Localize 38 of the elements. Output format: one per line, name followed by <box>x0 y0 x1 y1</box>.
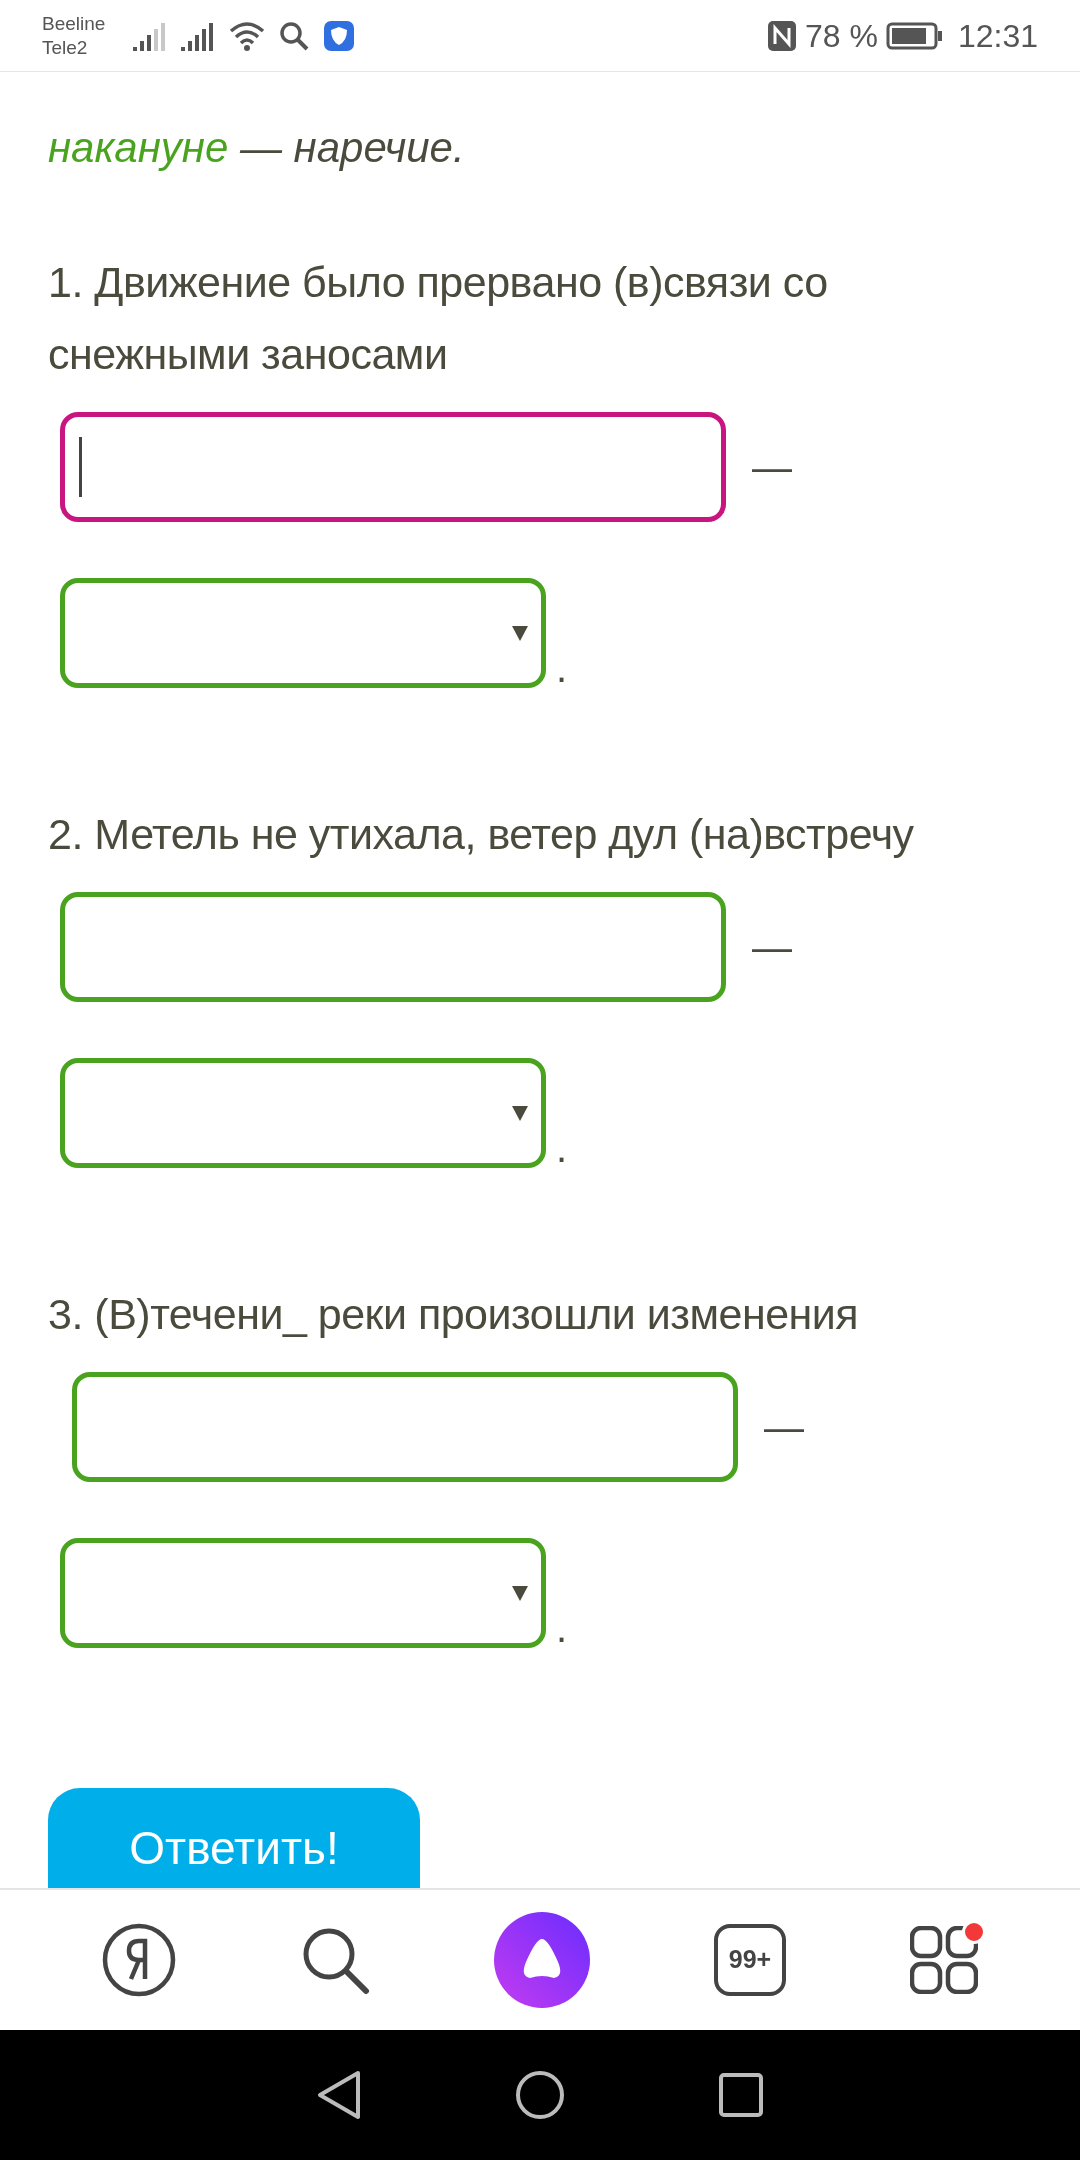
answer-field[interactable] <box>60 412 726 522</box>
nfc-icon <box>767 19 797 52</box>
back-icon[interactable] <box>316 2070 363 2120</box>
caret-icon <box>511 1104 529 1122</box>
tabs-counter[interactable]: 99+ <box>714 1924 786 1996</box>
carrier-name: Tele2 <box>42 35 89 60</box>
apps-grid-icon[interactable] <box>910 1926 978 1994</box>
assistant-icon[interactable] <box>494 1912 590 2008</box>
dropdown-select[interactable] <box>60 578 546 688</box>
period: . <box>556 1608 568 1648</box>
signal-icon <box>133 20 168 51</box>
answer-field[interactable] <box>72 1372 738 1482</box>
caret-icon <box>511 624 529 642</box>
signal-icon <box>181 20 216 51</box>
wifi-icon <box>229 20 266 51</box>
question-text: 1. Движение было прервано (в)связи со снежными заносами <box>48 257 829 380</box>
battery-icon <box>885 21 942 50</box>
dropdown-select[interactable] <box>60 1058 546 1168</box>
question-text: 2. Метель не утихала, ветер дул (на)встречу <box>48 809 915 860</box>
caret-icon <box>511 1584 529 1602</box>
example-answer: накануне — наречие. <box>48 123 466 173</box>
carrier-name: Beeline <box>42 11 106 36</box>
search-icon <box>279 20 310 51</box>
dash: — <box>752 924 792 971</box>
shield-icon <box>323 19 356 52</box>
question-text: 3. (В)течени_ реки произошли изменения <box>48 1289 860 1340</box>
clock-time: 12:31 <box>957 16 1038 56</box>
period: . <box>556 1128 568 1168</box>
home-icon[interactable] <box>515 2070 565 2120</box>
dropdown-select[interactable] <box>60 1538 546 1648</box>
dash: — <box>764 1404 804 1451</box>
period: . <box>556 648 568 688</box>
recents-icon[interactable] <box>717 2072 764 2118</box>
yandex-icon[interactable] <box>102 1923 176 1997</box>
battery-percent: 78 % <box>805 16 878 56</box>
text-cursor <box>79 437 82 497</box>
answer-field[interactable] <box>60 892 726 1002</box>
dash: — <box>752 444 792 491</box>
